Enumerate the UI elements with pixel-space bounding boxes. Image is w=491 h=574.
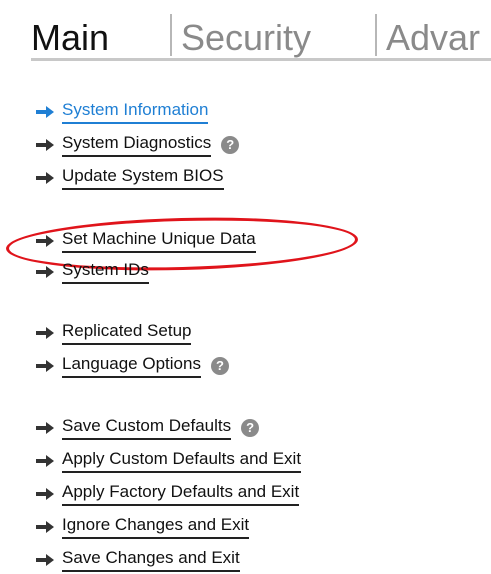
question-mark-icon[interactable]: ? bbox=[241, 419, 260, 437]
question-mark-icon[interactable]: ? bbox=[210, 357, 229, 375]
menu-item-label: Replicated Setup bbox=[62, 321, 192, 345]
question-mark-icon[interactable]: ? bbox=[221, 136, 240, 154]
arrow-right-icon bbox=[36, 105, 56, 119]
arrow-right-icon bbox=[36, 487, 56, 501]
arrow-right-icon bbox=[36, 359, 56, 373]
arrow-right-icon bbox=[36, 553, 56, 567]
menu-item-label: Apply Custom Defaults and Exit bbox=[62, 449, 302, 473]
arrow-right-icon bbox=[36, 138, 56, 152]
arrow-right-icon bbox=[36, 234, 56, 248]
menu-item-update-system-bios[interactable]: Update System BIOS bbox=[36, 164, 224, 192]
menu-item-label: Update System BIOS bbox=[62, 166, 224, 190]
menu-item-label: Ignore Changes and Exit bbox=[62, 515, 250, 539]
arrow-right-icon bbox=[36, 520, 56, 534]
menu-item-replicated-setup[interactable]: Replicated Setup bbox=[36, 319, 192, 347]
menu-item-save-custom-defaults[interactable]: Save Custom Defaults ? bbox=[36, 414, 260, 442]
arrow-right-icon bbox=[36, 421, 56, 435]
menu-item-system-ids[interactable]: System IDs bbox=[36, 258, 149, 286]
menu-item-system-diagnostics[interactable]: System Diagnostics ? bbox=[36, 131, 240, 159]
menu-item-label: Apply Factory Defaults and Exit bbox=[62, 482, 300, 506]
arrow-right-icon bbox=[36, 171, 56, 185]
menu-item-label: System IDs bbox=[62, 260, 149, 284]
menu-list: System Information System Diagnostics ? … bbox=[0, 0, 491, 574]
menu-item-label: System Information bbox=[62, 100, 209, 124]
menu-item-label: System Diagnostics bbox=[62, 133, 212, 157]
arrow-right-icon bbox=[36, 326, 56, 340]
menu-item-ignore-changes-and-exit[interactable]: Ignore Changes and Exit bbox=[36, 513, 250, 541]
arrow-right-icon bbox=[36, 265, 56, 279]
menu-item-apply-custom-defaults-and-exit[interactable]: Apply Custom Defaults and Exit bbox=[36, 447, 302, 475]
menu-item-language-options[interactable]: Language Options ? bbox=[36, 352, 229, 380]
arrow-right-icon bbox=[36, 454, 56, 468]
menu-item-label: Language Options bbox=[62, 354, 201, 378]
menu-item-label: Save Changes and Exit bbox=[62, 548, 240, 572]
menu-item-label: Set Machine Unique Data bbox=[62, 229, 256, 253]
menu-item-system-information[interactable]: System Information bbox=[36, 98, 209, 126]
menu-item-set-machine-unique-data[interactable]: Set Machine Unique Data bbox=[36, 227, 256, 255]
menu-item-label: Save Custom Defaults bbox=[62, 416, 232, 440]
menu-item-save-changes-and-exit[interactable]: Save Changes and Exit bbox=[36, 546, 240, 574]
menu-item-apply-factory-defaults-and-exit[interactable]: Apply Factory Defaults and Exit bbox=[36, 480, 300, 508]
